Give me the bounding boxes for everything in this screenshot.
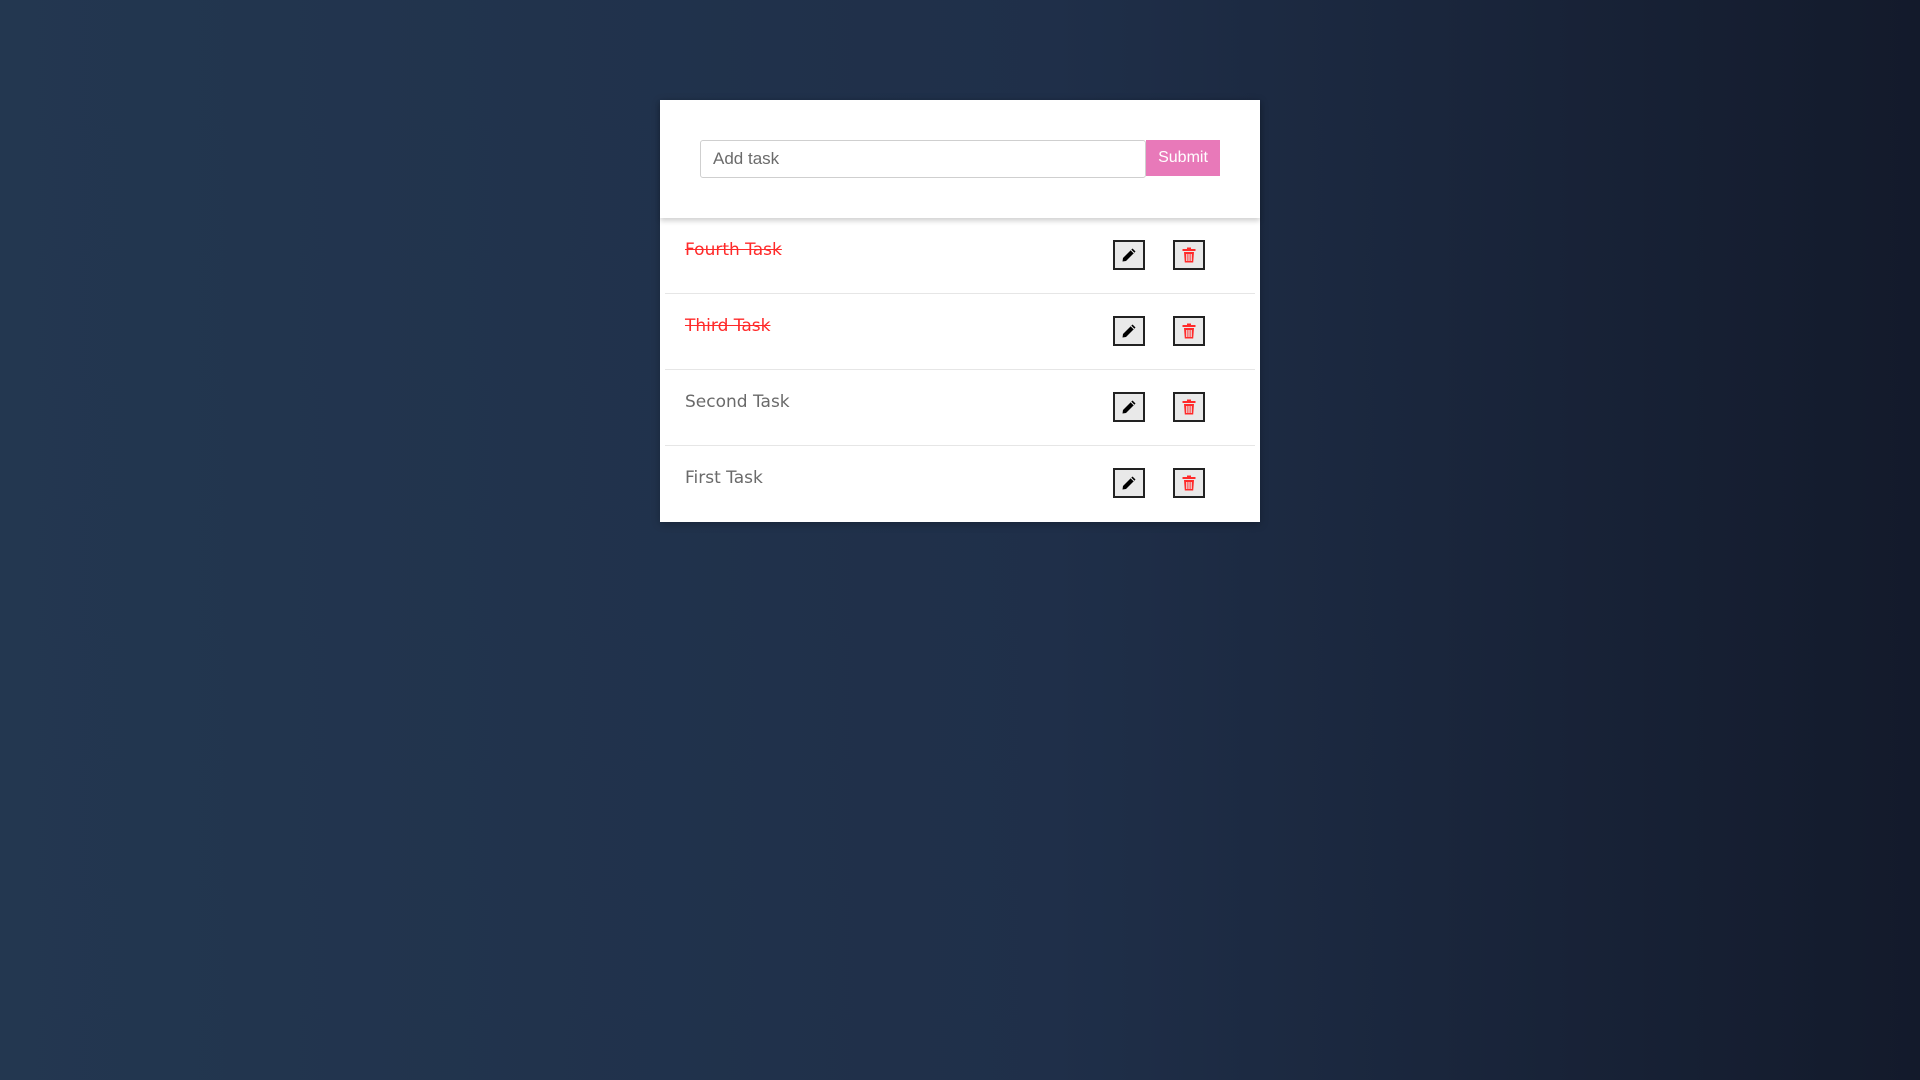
pencil-icon — [1122, 324, 1136, 338]
task-label[interactable]: Third Task — [685, 316, 770, 336]
edit-button[interactable] — [1113, 240, 1145, 270]
pencil-icon — [1122, 400, 1136, 414]
delete-button[interactable] — [1173, 392, 1205, 422]
pencil-icon — [1122, 476, 1136, 490]
trash-icon — [1182, 247, 1196, 263]
edit-button[interactable] — [1113, 316, 1145, 346]
task-label[interactable]: Second Task — [685, 392, 790, 412]
add-task-input[interactable] — [700, 140, 1146, 178]
add-task-form: Submit — [660, 100, 1260, 218]
task-row: First Task — [665, 446, 1255, 522]
edit-button[interactable] — [1113, 468, 1145, 498]
task-row: Second Task — [665, 370, 1255, 446]
edit-button[interactable] — [1113, 392, 1145, 422]
submit-button[interactable]: Submit — [1146, 140, 1220, 176]
task-list: Fourth Task Third Task Second Task First… — [660, 218, 1260, 522]
task-row: Third Task — [665, 294, 1255, 370]
task-label[interactable]: First Task — [685, 468, 763, 488]
todo-card: Submit Fourth Task — [660, 100, 1260, 522]
trash-icon — [1182, 475, 1196, 491]
task-row: Fourth Task — [665, 218, 1255, 294]
task-label[interactable]: Fourth Task — [685, 240, 782, 260]
trash-icon — [1182, 323, 1196, 339]
delete-button[interactable] — [1173, 468, 1205, 498]
pencil-icon — [1122, 248, 1136, 262]
delete-button[interactable] — [1173, 316, 1205, 346]
delete-button[interactable] — [1173, 240, 1205, 270]
trash-icon — [1182, 399, 1196, 415]
